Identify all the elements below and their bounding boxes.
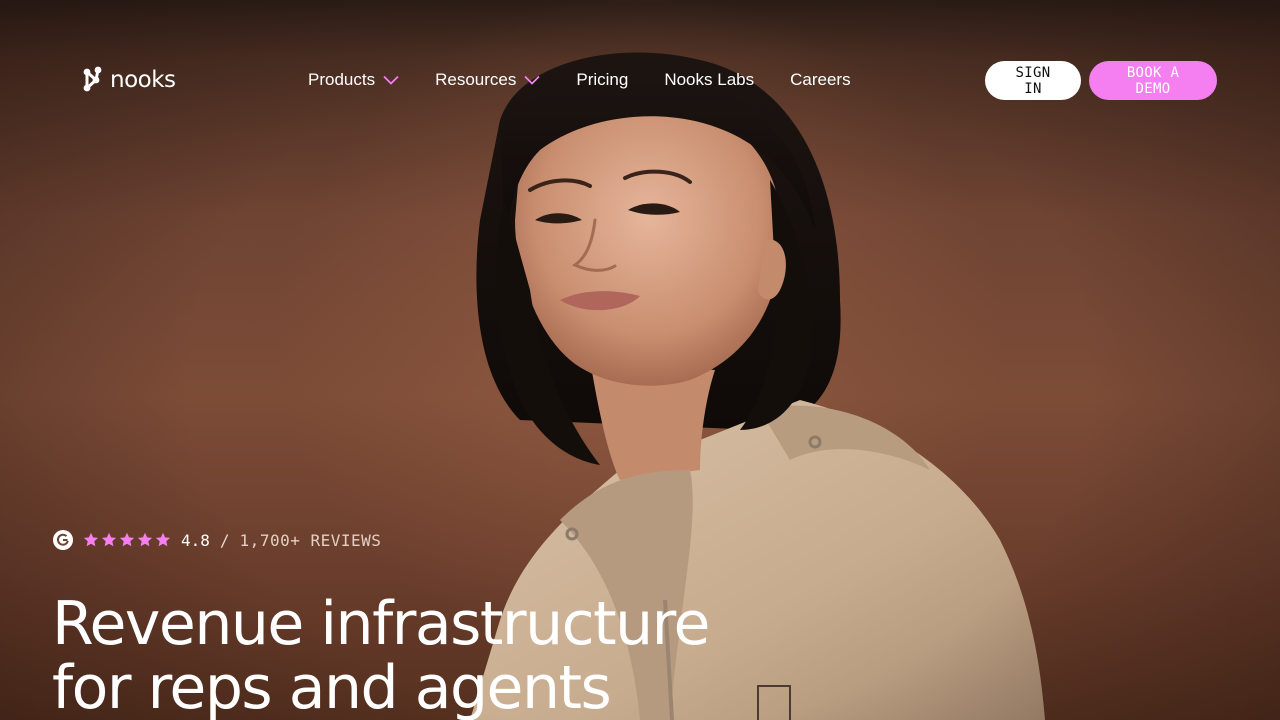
review-count: 1,700+ REVIEWS	[239, 530, 382, 550]
nooks-logo-icon	[83, 66, 102, 92]
book-demo-button[interactable]: BOOK A DEMO	[1089, 61, 1217, 100]
chevron-down-icon	[383, 75, 399, 85]
headline-line-2: for reps and agents	[52, 653, 612, 720]
nooks-logo[interactable]: nooks	[82, 64, 176, 96]
rating-score: 4.8	[181, 530, 210, 550]
sign-in-button[interactable]: SIGN IN	[985, 61, 1081, 100]
star-icon	[83, 532, 99, 547]
nav-item-nooks-labs[interactable]: Nooks Labs	[664, 70, 754, 90]
star-icon	[101, 532, 117, 547]
star-icon	[155, 532, 171, 547]
nav-item-resources[interactable]: Resources	[435, 70, 540, 90]
headline-line-1: Revenue infrastructure	[52, 589, 710, 659]
star-icon	[137, 532, 153, 547]
main-nav: Products Resources Pricing Nooks Labs Ca…	[308, 66, 887, 94]
hero-headline: Revenue infrastructure for reps and agen…	[52, 592, 812, 720]
nav-item-label: Nooks Labs	[664, 70, 755, 89]
rating-separator: /	[219, 530, 230, 550]
star-rating	[83, 532, 171, 548]
nav-item-careers[interactable]: Careers	[790, 70, 850, 90]
nooks-wordmark: nooks	[110, 67, 176, 93]
nav-item-label: Careers	[790, 70, 851, 89]
review-rating: 4.8 / 1,700+ REVIEWS	[53, 529, 381, 551]
nav-item-pricing[interactable]: Pricing	[576, 70, 628, 90]
top-navigation: nooks Products Resources Pricing Nooks L…	[0, 0, 1280, 160]
nav-actions: SIGN IN BOOK A DEMO	[985, 61, 1217, 100]
chevron-down-icon	[524, 75, 540, 85]
g2-icon	[53, 530, 73, 550]
nav-item-label: Resources	[435, 70, 517, 89]
nav-item-label: Products	[308, 70, 376, 89]
g2-logo-glyph	[56, 533, 69, 546]
nav-item-products[interactable]: Products	[308, 70, 399, 90]
star-icon	[119, 532, 135, 547]
nav-item-label: Pricing	[576, 70, 629, 89]
